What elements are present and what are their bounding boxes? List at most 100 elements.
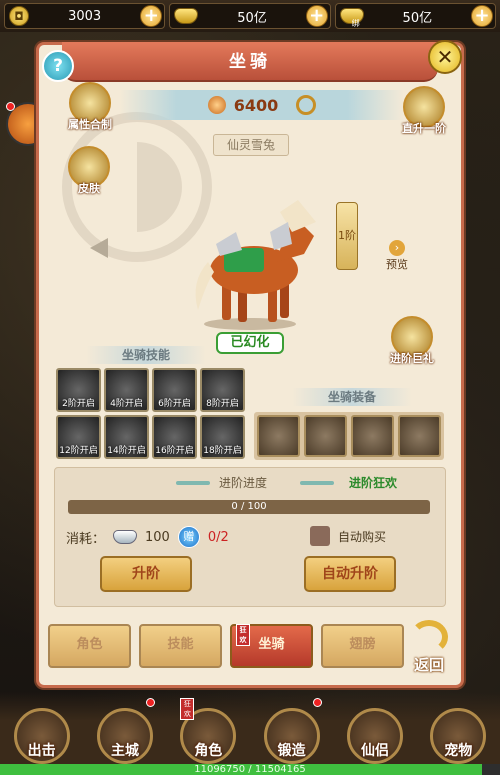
back-button[interactable]: 返回 — [406, 620, 452, 676]
panel-title: 坐骑 — [62, 42, 438, 82]
side-avatar-notification — [6, 102, 15, 111]
carnival-tag: 狂欢 — [236, 624, 250, 646]
skill-slot[interactable]: 18阶开启 — [200, 415, 245, 459]
skin-label: 皮肤 — [78, 182, 100, 195]
bound-tag: 绑 — [351, 19, 360, 28]
tab-skill[interactable]: 技能 — [139, 624, 222, 668]
add-coin-button[interactable]: + — [140, 5, 163, 27]
ingot-display: 50亿 + — [169, 3, 331, 29]
skill-unlock-label: 4阶开启 — [110, 399, 143, 409]
mount-name: 仙灵雪兔 — [213, 134, 289, 156]
progress-title: 进阶进度 — [219, 476, 268, 490]
bottom-nav: 出击 主城 角色 狂欢 锻造 仙侣 宠物 — [0, 692, 500, 764]
skill-unlock-label: 2阶开启 — [62, 399, 95, 409]
wave-decoration-left — [176, 481, 210, 485]
equip-slot-hoof[interactable] — [398, 415, 441, 457]
cost-label: 消耗： — [66, 531, 106, 547]
direct-upgrade-label: 直升一阶 — [402, 122, 446, 135]
help-button[interactable]: ? — [42, 50, 74, 82]
power-icon — [207, 96, 226, 114]
upgrade-button[interactable]: 升阶 — [100, 556, 192, 592]
silver-cost: 100 — [145, 529, 170, 545]
tab-role[interactable]: 角色 — [48, 624, 131, 668]
preview-label: 预览 — [386, 258, 408, 271]
add-ingot-button[interactable]: + — [305, 5, 328, 27]
skin-button[interactable]: 皮肤 — [68, 146, 110, 196]
nav-forge-label: 锻造 — [277, 743, 306, 759]
upgrade-gift-label: 进阶巨礼 — [390, 352, 434, 365]
bound-ingot-value: 50亿 — [402, 10, 433, 26]
skill-unlock-label: 12阶开启 — [59, 446, 98, 456]
cost-row: 消耗： 100 赠 0/2 — [66, 526, 229, 548]
skill-slot[interactable]: 8阶开启 — [200, 368, 245, 412]
nav-attack-label: 出击 — [27, 743, 56, 759]
rank-label: 1阶 — [338, 229, 356, 242]
nav-city-label: 主城 — [110, 743, 139, 759]
wave-decoration-right — [300, 481, 334, 485]
skill-unlock-label: 14阶开启 — [107, 446, 146, 456]
nav-carnival-tag: 狂欢 — [180, 698, 195, 720]
transformed-badge: 已幻化 — [216, 332, 284, 354]
silver-ingot-icon — [113, 530, 138, 544]
coin-value: 3003 — [68, 8, 102, 24]
power-value: 6400 — [233, 95, 279, 115]
progress-text: 0 / 100 — [231, 501, 267, 512]
search-icon[interactable] — [296, 95, 317, 115]
attr-synth-label: 属性合制 — [68, 118, 112, 131]
skill-unlock-label: 8阶开启 — [206, 399, 239, 409]
skill-unlock-label: 18阶开启 — [203, 446, 242, 456]
nav-attack[interactable]: 出击 — [8, 694, 76, 764]
equipment-slots — [254, 412, 444, 460]
skill-unlock-label: 6阶开启 — [158, 399, 191, 409]
nav-pet[interactable]: 宠物 — [424, 694, 492, 764]
close-button[interactable]: ✕ — [428, 40, 462, 74]
nav-role[interactable]: 角色 狂欢 — [174, 694, 242, 764]
upgrade-gift-button[interactable]: 进阶巨礼 — [390, 316, 434, 366]
nav-forge-notification — [312, 698, 322, 707]
item-cost: 0/2 — [207, 529, 229, 545]
nav-forge[interactable]: 锻造 — [258, 694, 326, 764]
nav-companion[interactable]: 仙侣 — [341, 694, 409, 764]
skill-slot[interactable]: 12阶开启 — [56, 415, 101, 459]
nav-city-notification — [145, 698, 155, 707]
bound-ingot-display: 绑 50亿 + — [334, 3, 496, 29]
coin-display: ◘ 3003 + — [4, 3, 166, 29]
equip-slot-saddle[interactable] — [351, 415, 394, 457]
equip-slot-armor-chest[interactable] — [304, 415, 347, 457]
tab-wings[interactable]: 翅膀 — [321, 624, 404, 668]
attr-synth-button[interactable]: 属性合制 — [68, 82, 112, 132]
skill-slot[interactable]: 14阶开启 — [104, 415, 149, 459]
preview-button[interactable]: › 预览 — [386, 240, 408, 272]
exp-text: 11096750 / 11504165 — [194, 764, 306, 775]
mount-horse-image — [195, 200, 316, 330]
back-label: 返回 — [413, 656, 444, 674]
skill-slot[interactable]: 6阶开启 — [152, 368, 197, 412]
coin-icon: ◘ — [9, 6, 29, 26]
auto-buy-checkbox[interactable] — [310, 526, 330, 546]
ingot-value: 50亿 — [237, 10, 267, 26]
chevron-right-icon: › — [389, 240, 405, 256]
return-arrow-icon — [410, 620, 448, 654]
panel-tabs: 角色 技能 狂欢 坐骑 翅膀 — [48, 624, 404, 668]
rank-indicator: 1阶 — [336, 202, 358, 270]
power-bar: 6400 — [120, 90, 404, 120]
item-icon[interactable]: 赠 — [177, 526, 200, 548]
skills-section-label: 坐骑技能 — [86, 346, 206, 364]
direct-upgrade-button[interactable]: 直升一阶 — [402, 86, 446, 136]
skill-grid: 2阶开启 4阶开启 6阶开启 8阶开启 12阶开启 14阶开启 16阶开启 18… — [56, 368, 248, 462]
skill-slot[interactable]: 4阶开启 — [104, 368, 149, 412]
progress-bar: 0 / 100 — [68, 500, 430, 514]
ingot-icon — [174, 8, 199, 24]
add-bound-ingot-button[interactable]: + — [470, 5, 493, 27]
nav-companion-label: 仙侣 — [360, 743, 389, 759]
equips-section-label: 坐骑装备 — [292, 388, 412, 406]
equip-slot-armor-head[interactable] — [257, 415, 300, 457]
auto-buy-label: 自动购买 — [338, 530, 387, 544]
skill-slot[interactable]: 16阶开启 — [152, 415, 197, 459]
tab-mount[interactable]: 狂欢 坐骑 — [230, 624, 313, 668]
auto-upgrade-button[interactable]: 自动升阶 — [304, 556, 396, 592]
progress-status: 进阶狂欢 — [349, 476, 398, 490]
skill-slot[interactable]: 2阶开启 — [56, 368, 101, 412]
tab-mount-label: 坐骑 — [258, 637, 285, 652]
nav-city[interactable]: 主城 — [91, 694, 159, 764]
